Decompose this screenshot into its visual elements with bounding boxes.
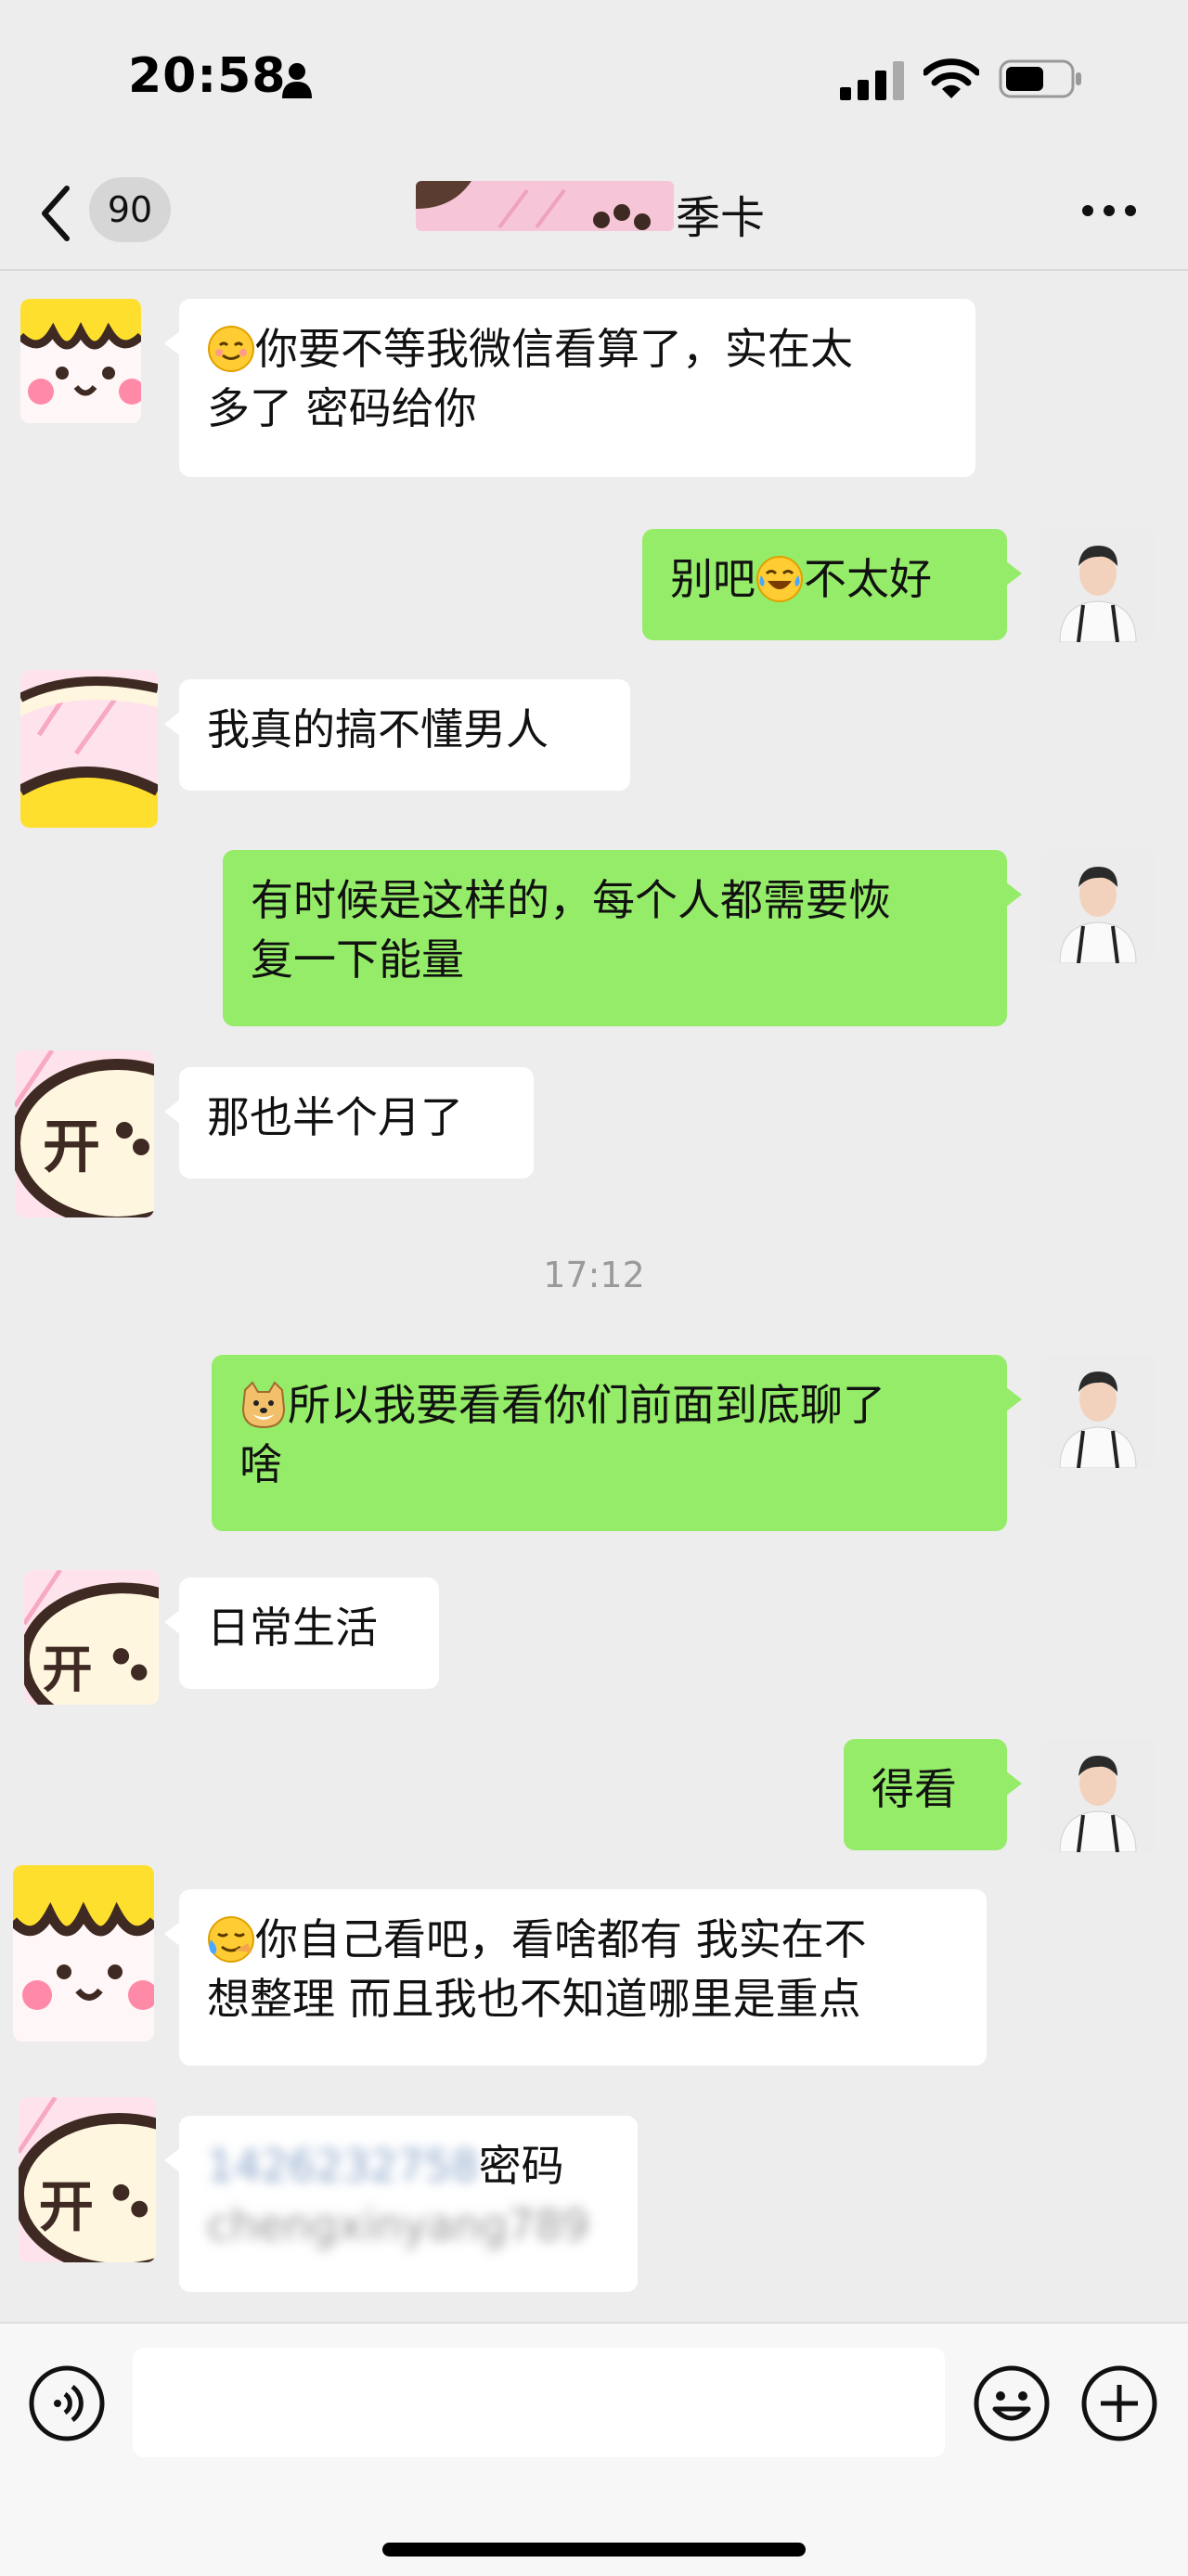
voice-input-icon[interactable] [28, 2364, 106, 2442]
message-bubble-incoming[interactable]: 我真的搞不懂男人 [164, 679, 630, 791]
my-avatar[interactable] [1041, 1739, 1155, 1852]
back-chevron-icon[interactable] [35, 181, 76, 246]
smiling-face-emoji [208, 326, 254, 372]
my-avatar[interactable] [1041, 529, 1155, 642]
message-text: 别吧 [670, 554, 755, 604]
message-text: 日常生活 [207, 1603, 378, 1653]
message-text: 啥 [239, 1439, 282, 1489]
redacted-password: chengxinyang789 [207, 2200, 589, 2250]
contact-avatar[interactable] [13, 1865, 154, 2041]
message-bubble-incoming[interactable]: 你自己看吧，看啥都有 我实在不 想整理 而且我也不知道哪里是重点 [164, 1889, 987, 2066]
message-text: 你要不等我微信看算了，实在太 [255, 324, 853, 374]
message-bubble-incoming[interactable]: 日常生活 [164, 1578, 439, 1689]
message-text: 那也半个月了 [207, 1092, 463, 1142]
svg-text:开: 开 [39, 2174, 94, 2238]
svg-text:开: 开 [43, 1113, 100, 1180]
message-bubble-outgoing[interactable]: 所以我要看看你们前面到底聊了 啥 [212, 1355, 1022, 1531]
message-text: 密码 [478, 2141, 564, 2191]
wifi-icon [923, 58, 979, 98]
message-text: 多了 密码给你 [207, 383, 477, 433]
message-text: 你自己看吧，看啥都有 我实在不 [255, 1914, 867, 1964]
message-bubble-outgoing[interactable]: 别吧 不太好 [642, 529, 1022, 640]
message-text: 得看 [872, 1764, 957, 1814]
svg-text:开: 开 [42, 1641, 92, 1699]
message-bubble-incoming[interactable]: 那也半个月了 [164, 1067, 534, 1179]
message-text: 我真的搞不懂男人 [207, 704, 549, 754]
message-text: 不太好 [804, 554, 932, 604]
my-avatar[interactable] [1041, 850, 1155, 963]
message-text: 想整理 而且我也不知道哪里是重点 [207, 1974, 861, 2024]
redacted-number: 1426232758 [207, 2141, 479, 2191]
status-time: 20:58 [128, 48, 287, 104]
add-more-icon[interactable] [1080, 2364, 1158, 2442]
message-bubble-incoming[interactable]: 你要不等我微信看算了，实在太 多了 密码给你 [164, 299, 975, 477]
chat-messages[interactable]: 你要不等我微信看算了，实在太 多了 密码给你 别吧 不太好 我真的搞不懂男人 有… [0, 271, 1188, 2322]
input-toolbar [0, 2322, 1188, 2576]
message-bubble-outgoing[interactable]: 得看 [844, 1739, 1022, 1850]
home-indicator [382, 2543, 806, 2557]
contact-avatar[interactable] [20, 299, 141, 423]
message-text: 有时候是这样的，每个人都需要恢 [251, 875, 891, 925]
message-bubble-incoming[interactable]: 1426232758密码 chengxinyang789 [164, 2116, 638, 2292]
contact-avatar[interactable] [20, 670, 158, 828]
emoji-icon[interactable] [973, 2364, 1051, 2442]
chat-header: 90 季卡 [0, 162, 1188, 271]
crying-laughing-emoji [208, 1916, 254, 1963]
tears-of-joy-emoji [756, 556, 803, 602]
message-bubble-outgoing[interactable]: 有时候是这样的，每个人都需要恢 复一下能量 [223, 850, 1022, 1026]
person-icon [282, 63, 312, 98]
message-text: 复一下能量 [251, 934, 464, 985]
battery-icon [999, 59, 1081, 98]
unread-count-badge[interactable]: 90 [89, 177, 171, 242]
doge-emoji [241, 1381, 286, 1429]
chat-timestamp: 17:12 [543, 1255, 645, 1295]
more-options-icon[interactable] [1081, 204, 1137, 217]
my-avatar[interactable] [1041, 1355, 1155, 1468]
message-text: 所以我要看看你们前面到底聊了 [288, 1380, 885, 1430]
contact-avatar[interactable]: 开 [19, 2097, 156, 2262]
message-input[interactable] [133, 2348, 945, 2457]
contact-name: 季卡 [676, 192, 766, 244]
status-bar: 20:58 [0, 0, 1188, 162]
contact-avatar[interactable]: 开 [15, 1050, 154, 1217]
contact-avatar[interactable]: 开 [24, 1570, 159, 1705]
cellular-signal-icon [840, 61, 904, 100]
redacted-name-sticker [416, 181, 674, 231]
